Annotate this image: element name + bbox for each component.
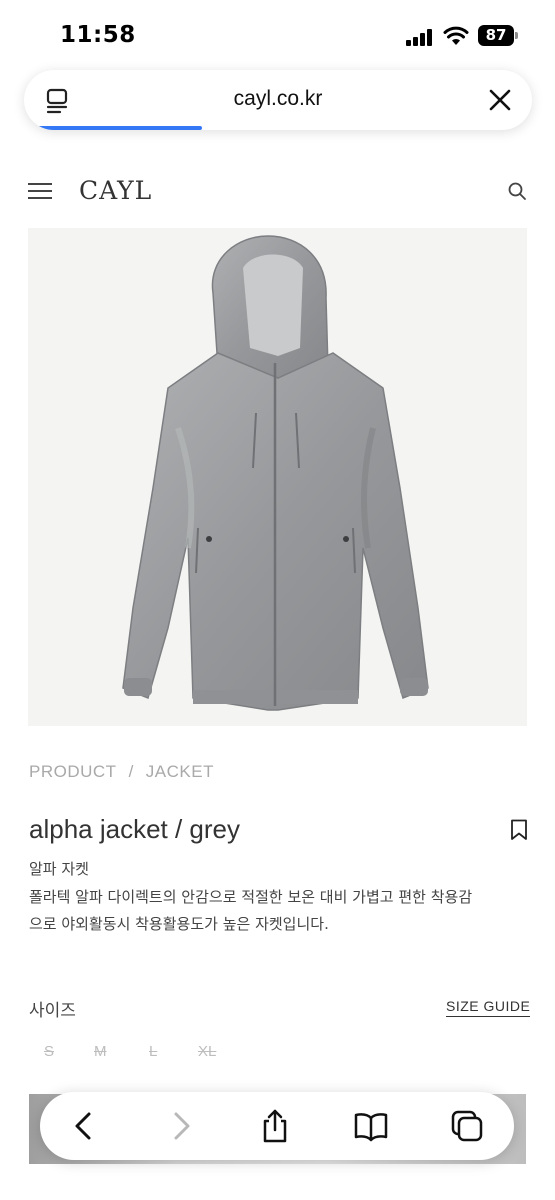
product-image[interactable] [28,228,527,726]
status-bar: 11:58 87 [0,0,555,70]
breadcrumb-item-jacket[interactable]: JACKET [146,762,214,781]
address-bar[interactable]: cayl.co.kr [24,70,532,130]
battery-tip [515,32,518,39]
breadcrumb: PRODUCT / JACKET [29,762,214,782]
status-time: 11:58 [60,22,136,48]
forward-icon[interactable] [163,1108,199,1144]
url-text[interactable]: cayl.co.kr [24,87,532,111]
share-icon[interactable] [257,1108,293,1144]
page-load-progress [24,126,202,130]
size-option-xl[interactable]: XL [198,1043,216,1060]
description-line-2: 으로 야외활동시 착용활용도가 높은 자켓입니다. [29,915,329,933]
size-guide-link[interactable]: SIZE GUIDE [446,998,531,1017]
breadcrumb-item-product[interactable]: PRODUCT [29,762,117,781]
close-icon[interactable] [486,86,514,114]
product-title: alpha jacket / grey [29,814,241,844]
browser-toolbar [40,1092,514,1160]
description-line-1: 폴라텍 알파 다이렉트의 안감으로 적절한 보온 대비 가볍고 편한 착용감 [29,888,473,906]
breadcrumb-separator: / [128,762,134,781]
size-option-s[interactable]: S [44,1043,54,1060]
tabs-icon[interactable] [449,1108,485,1144]
size-option-m[interactable]: M [94,1043,107,1060]
jacket-illustration [122,235,429,711]
search-icon[interactable] [507,181,527,201]
bookmarks-icon[interactable] [353,1108,389,1144]
wifi-icon [443,26,469,45]
battery-indicator: 87 [478,25,514,46]
bookmark-icon[interactable] [510,819,528,841]
product-subtitle: 알파 자켓 [29,860,89,878]
site-logo[interactable]: CAYL [79,176,152,205]
back-icon[interactable] [66,1108,102,1144]
size-option-l[interactable]: L [149,1043,157,1060]
menu-icon[interactable] [28,181,52,201]
product-description: 폴라텍 알파 다이렉트의 안감으로 적절한 보온 대비 가볍고 편한 착용감 으… [29,884,529,938]
size-label: 사이즈 [29,1001,76,1021]
cellular-signal-icon [406,28,434,46]
